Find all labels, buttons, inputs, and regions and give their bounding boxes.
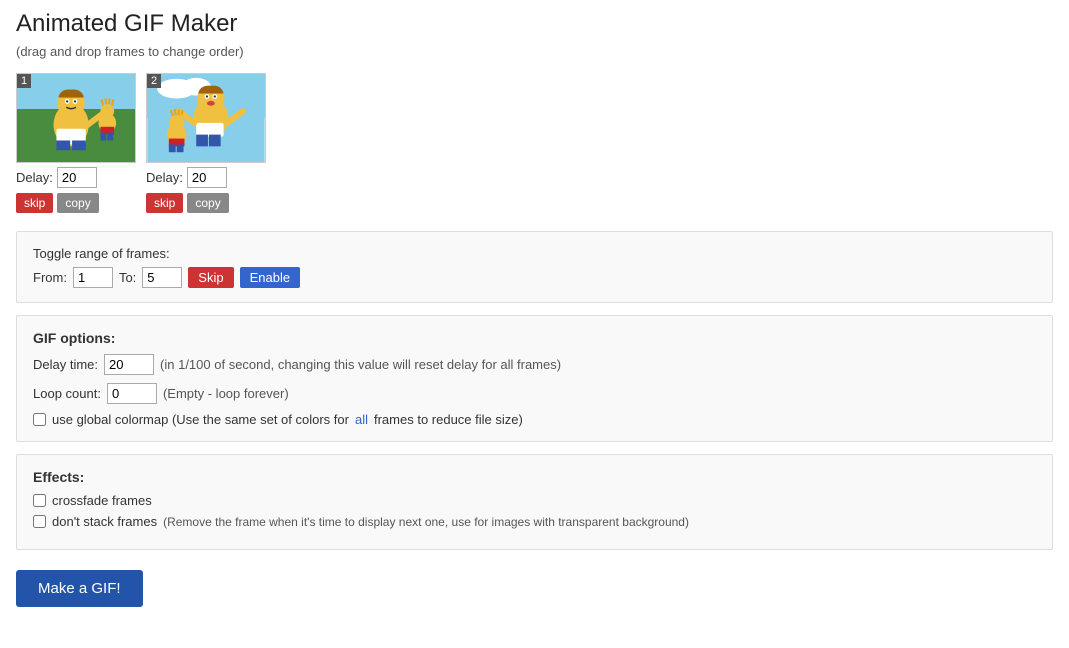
subtitle: (drag and drop frames to change order) — [16, 44, 1053, 59]
skip-range-button[interactable]: Skip — [188, 267, 233, 288]
loop-count-input[interactable] — [107, 383, 157, 404]
skip-button-2[interactable]: skip — [146, 193, 183, 213]
to-label: To: — [119, 270, 136, 285]
frames-container: 1 — [16, 73, 1053, 213]
loop-count-label: Loop count: — [33, 386, 101, 401]
dont-stack-note: (Remove the frame when it's time to disp… — [163, 515, 689, 529]
loop-count-row: Loop count: (Empty - loop forever) — [33, 383, 1036, 404]
colormap-checkbox[interactable] — [33, 413, 46, 426]
crossfade-checkbox[interactable] — [33, 494, 46, 507]
gif-options-section: GIF options: Delay time: (in 1/100 of se… — [16, 315, 1053, 442]
from-label: From: — [33, 270, 67, 285]
colormap-label-before: use global colormap (Use the same set of… — [52, 412, 349, 427]
frame-buttons-1: skip copy — [16, 193, 99, 213]
frame-delay-row-1: Delay: — [16, 167, 97, 188]
dont-stack-row: don't stack frames (Remove the frame whe… — [33, 514, 1036, 529]
copy-button-2[interactable]: copy — [187, 193, 228, 213]
crossfade-label: crossfade frames — [52, 493, 152, 508]
frame-delay-row-2: Delay: — [146, 167, 227, 188]
toggle-range-row: From: To: Skip Enable — [33, 267, 1036, 288]
effects-section: Effects: crossfade frames don't stack fr… — [16, 454, 1053, 550]
frame-image-1: 1 — [16, 73, 136, 163]
delay-input-1[interactable] — [57, 167, 97, 188]
delay-time-input[interactable] — [104, 354, 154, 375]
colormap-row: use global colormap (Use the same set of… — [33, 412, 1036, 427]
copy-button-1[interactable]: copy — [57, 193, 98, 213]
frame-card-2: 2 — [146, 73, 266, 213]
gif-options-title: GIF options: — [33, 330, 1036, 346]
delay-label-1: Delay: — [16, 170, 53, 185]
effects-title: Effects: — [33, 469, 1036, 485]
skip-button-1[interactable]: skip — [16, 193, 53, 213]
frame-card-1: 1 — [16, 73, 136, 213]
dont-stack-checkbox[interactable] — [33, 515, 46, 528]
loop-count-note: (Empty - loop forever) — [163, 386, 289, 401]
dont-stack-label: don't stack frames — [52, 514, 157, 529]
frame-badge-1: 1 — [17, 74, 31, 88]
delay-input-2[interactable] — [187, 167, 227, 188]
delay-time-row: Delay time: (in 1/100 of second, changin… — [33, 354, 1036, 375]
delay-label-2: Delay: — [146, 170, 183, 185]
crossfade-row: crossfade frames — [33, 493, 1036, 508]
colormap-label-after: frames to reduce file size) — [374, 412, 523, 427]
delay-time-note: (in 1/100 of second, changing this value… — [160, 357, 561, 372]
delay-time-label: Delay time: — [33, 357, 98, 372]
colormap-link[interactable]: all — [355, 412, 368, 427]
toggle-range-title: Toggle range of frames: — [33, 246, 1036, 261]
page-title: Animated GIF Maker — [16, 10, 1053, 38]
frame-buttons-2: skip copy — [146, 193, 229, 213]
from-input[interactable] — [73, 267, 113, 288]
frame-svg-2 — [147, 74, 265, 162]
make-gif-button[interactable]: Make a GIF! — [16, 570, 143, 607]
frame-svg-1 — [17, 74, 135, 162]
frame-badge-2: 2 — [147, 74, 161, 88]
enable-button[interactable]: Enable — [240, 267, 300, 288]
to-input[interactable] — [142, 267, 182, 288]
frame-image-2: 2 — [146, 73, 266, 163]
toggle-range-section: Toggle range of frames: From: To: Skip E… — [16, 231, 1053, 303]
